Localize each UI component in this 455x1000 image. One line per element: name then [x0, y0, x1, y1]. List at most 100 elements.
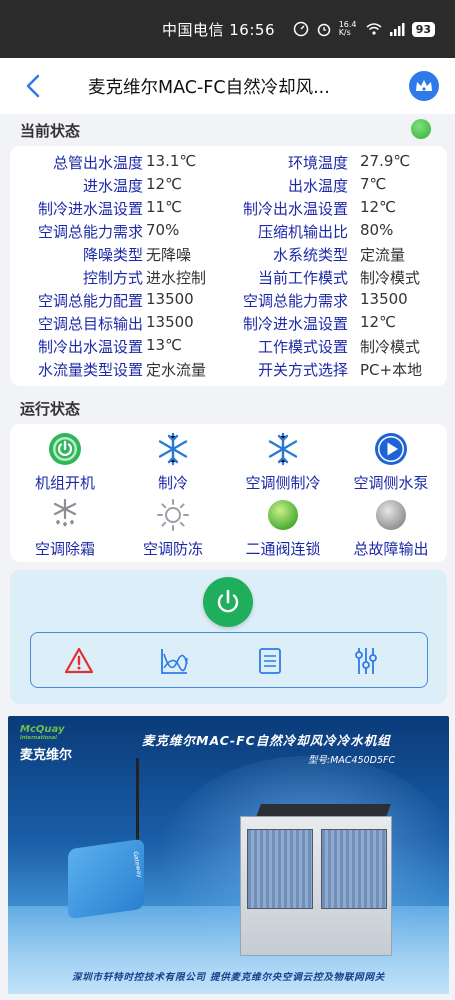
status-key: 进水温度	[82, 177, 143, 195]
section-running-status: 运行状态	[20, 400, 81, 418]
gauge-icon	[293, 21, 308, 37]
status-key: 水系统类型	[272, 246, 348, 264]
status-value: 制冷模式	[360, 269, 421, 287]
carrier-time: 中国电信 16:56	[162, 20, 275, 39]
status-row: 总管出水温度 13.1℃ 环境温度 27.9℃	[10, 152, 447, 175]
status-key: 控制方式	[82, 269, 143, 287]
status-key: 制冷进水温设置	[37, 200, 143, 218]
run-item-ac-side-cooling: 空调侧制冷	[228, 432, 338, 493]
function-toolbar	[30, 632, 428, 688]
status-value: 13500	[360, 290, 408, 308]
chiller-fan-panel	[321, 829, 387, 909]
status-value: PC+本地	[360, 361, 423, 379]
run-item-cooling: 制冷	[118, 432, 228, 493]
banner-model: 型号:MAC450D5FC	[308, 755, 396, 766]
status-value: 无降噪	[146, 246, 192, 264]
status-value: 7℃	[360, 175, 387, 193]
run-item-label: 总故障输出	[353, 540, 429, 558]
status-value: 13500	[146, 290, 194, 308]
alarm-warning-icon[interactable]	[64, 646, 94, 676]
status-key: 工作模式设置	[257, 338, 348, 356]
status-value: 12℃	[360, 313, 396, 331]
status-row: 进水温度 12℃ 出水温度 7℃	[10, 175, 447, 198]
banner-footer: 深圳市轩特时控技术有限公司 提供麦克维尔央空调云控及物联网网关	[71, 972, 386, 983]
product-banner: McQuay International 麦克维尔 麦克维尔MAC-FC自然冷却风…	[8, 716, 449, 994]
status-value: 13℃	[146, 336, 182, 354]
status-value: 27.9℃	[360, 152, 411, 170]
status-row: 制冷出水温设置 13℃ 工作模式设置 制冷模式	[10, 336, 447, 359]
brand-cn: 麦克维尔	[20, 748, 73, 763]
green-dot-icon	[268, 500, 298, 530]
status-key: 空调总能力配置	[37, 292, 143, 310]
status-value: 70%	[146, 221, 180, 239]
page-title: 麦克维尔MAC-FC自然冷却风...	[88, 78, 330, 98]
crown-icon	[416, 80, 432, 91]
status-value: 80%	[360, 221, 394, 239]
status-value: 13.1℃	[146, 152, 197, 170]
control-panel	[10, 570, 447, 704]
status-key: 降噪类型	[82, 246, 143, 264]
status-card: 总管出水温度 13.1℃ 环境温度 27.9℃ 进水温度 12℃ 出水温度 7℃…	[10, 146, 447, 386]
run-item-two-way-valve: 二通阀连锁	[228, 498, 338, 559]
back-arrow-icon[interactable]	[22, 72, 46, 100]
status-key: 空调总能力需求	[37, 223, 143, 241]
status-key: 总管出水温度	[52, 154, 143, 172]
status-key: 空调总目标输出	[37, 315, 143, 333]
wifi-icon	[366, 23, 382, 35]
status-key: 环境温度	[287, 154, 348, 172]
brand-en-sub: International	[20, 735, 57, 741]
snowflake-icon	[268, 432, 298, 466]
section-current-status: 当前状态	[20, 122, 81, 140]
brand-logo: McQuay International	[20, 724, 64, 741]
status-row: 制冷进水温设置 11℃ 制冷出水温设置 12℃	[10, 198, 447, 221]
run-item-label: 空调侧制冷	[245, 474, 321, 492]
status-key: 制冷出水温设置	[37, 338, 143, 356]
run-item-label: 空调除霜	[34, 540, 95, 558]
signal-icon	[389, 23, 405, 36]
run-item-defrost: 空调除霜	[10, 498, 120, 559]
status-row: 水流量类型设置 定水流量 开关方式选择 PC+本地	[10, 359, 447, 382]
status-value: 13500	[146, 313, 194, 331]
app-header: 麦克维尔MAC-FC自然冷却风...	[0, 58, 455, 114]
status-row: 空调总能力需求 70% 压缩机输出比 80%	[10, 221, 447, 244]
run-item-unit-on: 机组开机	[10, 432, 120, 493]
status-value: 定水流量	[146, 361, 207, 379]
status-value: 定流量	[360, 246, 406, 264]
play-icon	[375, 433, 407, 465]
status-value: 11℃	[146, 198, 182, 216]
snowflake-icon	[158, 432, 188, 466]
status-row: 空调总能力配置 13500 空调总能力需求 13500	[10, 290, 447, 313]
status-key: 水流量类型设置	[37, 361, 143, 379]
status-row: 空调总目标输出 13500 制冷进水温设置 12℃	[10, 313, 447, 336]
status-row: 降噪类型 无降噪 水系统类型 定流量	[10, 244, 447, 267]
status-key: 空调总能力需求	[242, 292, 348, 310]
status-key: 当前工作模式	[257, 269, 348, 287]
settings-sliders-icon[interactable]	[351, 646, 381, 676]
run-item-label: 二通阀连锁	[245, 540, 321, 558]
status-row: 控制方式 进水控制 当前工作模式 制冷模式	[10, 267, 447, 290]
trend-chart-icon[interactable]	[159, 646, 189, 676]
gray-dot-icon	[376, 500, 406, 530]
record-list-icon[interactable]	[255, 646, 285, 676]
run-item-label: 空调防冻	[142, 540, 203, 558]
power-button[interactable]	[203, 577, 253, 627]
chiller-unit-image	[240, 816, 392, 956]
alarm-icon	[317, 23, 330, 37]
crown-button[interactable]	[409, 71, 439, 101]
defrost-icon	[53, 498, 77, 527]
status-value: 进水控制	[146, 269, 207, 287]
sun-icon	[157, 499, 189, 531]
status-value: 12℃	[360, 198, 396, 216]
power-on-icon	[49, 433, 81, 465]
chiller-fan-panel	[247, 829, 313, 909]
run-item-fault-output: 总故障输出	[336, 498, 446, 559]
run-item-ac-side-pump: 空调侧水泵	[336, 432, 446, 493]
status-key: 制冷出水温设置	[242, 200, 348, 218]
run-item-label: 制冷	[157, 474, 188, 492]
status-key: 压缩机输出比	[257, 223, 348, 241]
run-item-label: 机组开机	[34, 474, 95, 492]
network-speed: 16.4 K/s	[338, 20, 357, 37]
status-key: 开关方式选择	[257, 361, 348, 379]
run-item-label: 空调侧水泵	[353, 474, 429, 492]
status-key: 制冷进水温设置	[242, 315, 348, 333]
